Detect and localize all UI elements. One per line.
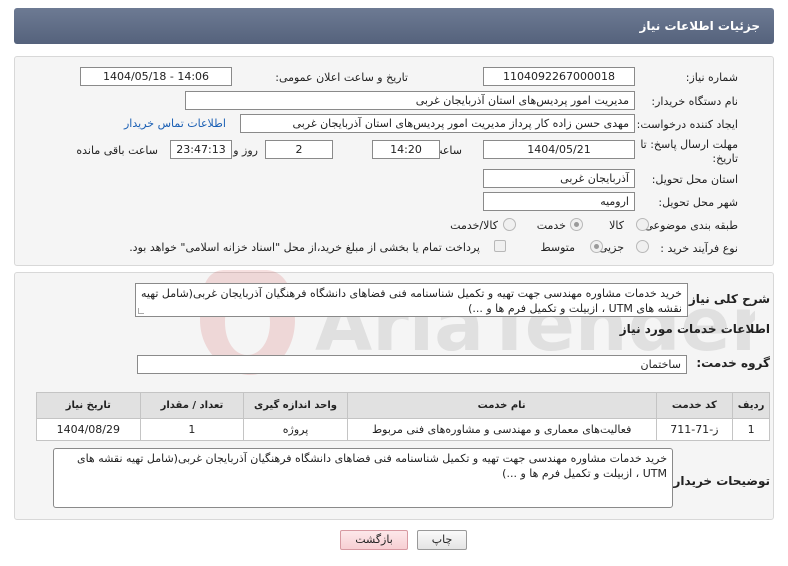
cell-row: 1	[732, 418, 770, 441]
treasury-payment-note: پرداخت تمام یا بخشی از مبلغ خرید،از محل …	[129, 241, 480, 254]
city-label: شهر محل تحویل:	[658, 196, 738, 209]
col-row-header: ردیف	[732, 392, 770, 419]
need-number-label: شماره نیاز:	[685, 71, 738, 84]
purchase-medium-radio[interactable]	[590, 240, 603, 253]
announce-label: تاریخ و ساعت اعلان عمومی:	[275, 71, 408, 84]
col-date-header: تاریخ نیاز	[36, 392, 141, 419]
cell-code: ز-71-711	[655, 418, 734, 441]
back-button[interactable]: بازگشت	[340, 530, 408, 550]
col-name-header: نام خدمت	[346, 392, 657, 419]
deadline-time-field: 14:20	[372, 140, 440, 159]
days-field: 2	[265, 140, 333, 159]
category-service-radio[interactable]	[570, 218, 583, 231]
services-section-title: اطلاعات خدمات مورد نیاز	[619, 322, 770, 336]
service-group-field: ساختمان	[137, 355, 687, 374]
table-row: 1 ز-71-711 فعالیت‌های معماری و مهندسی و …	[36, 418, 770, 441]
summary-text: خرید خدمات مشاوره مهندسی جهت تهیه و تکمی…	[141, 287, 682, 315]
category-goods-label: کالا	[609, 219, 624, 232]
announce-field: 1404/05/18 - 14:06	[80, 67, 232, 86]
buyer-notes-textarea[interactable]: خرید خدمات مشاوره مهندسی جهت تهیه و تکمی…	[53, 448, 673, 508]
buyer-notes-text: خرید خدمات مشاوره مهندسی جهت تهیه و تکمی…	[76, 452, 667, 480]
need-info-panel	[14, 56, 774, 266]
city-field: ارومیه	[483, 192, 635, 211]
cell-qty: 1	[139, 418, 245, 441]
services-table: ردیف کد خدمت نام خدمت واحد اندازه گیری ت…	[36, 392, 770, 441]
province-field: آذربایجان غربی	[483, 169, 635, 188]
cell-name: فعالیت‌های معماری و مهندسی و مشاوره‌های …	[346, 418, 657, 441]
purchase-medium-label: متوسط	[540, 241, 575, 254]
remaining-time-field: 23:47:13	[170, 140, 232, 159]
deadline-label-2: تاریخ:	[712, 152, 738, 165]
category-goods-radio[interactable]	[636, 218, 649, 231]
page-header: جزئیات اطلاعات نیاز	[14, 8, 774, 44]
category-label: طبقه بندی موضوعی:	[640, 219, 738, 232]
resize-grip-icon[interactable]	[138, 308, 144, 314]
summary-textarea[interactable]: خرید خدمات مشاوره مهندسی جهت تهیه و تکمی…	[135, 283, 688, 317]
service-group-label: گروه خدمت:	[696, 356, 770, 370]
days-label: روز و	[233, 144, 258, 157]
deadline-date-field: 1404/05/21	[483, 140, 635, 159]
page-title: جزئیات اطلاعات نیاز	[639, 19, 760, 33]
contact-info-link[interactable]: اطلاعات تماس خریدار	[124, 117, 226, 130]
buyer-notes-label: توضیحات خریدار:	[668, 474, 770, 488]
print-button[interactable]: چاپ	[417, 530, 467, 550]
deadline-label-1: مهلت ارسال پاسخ: تا	[640, 138, 738, 151]
need-number-field: 1104092267000018	[483, 67, 635, 86]
table-header-row: ردیف کد خدمت نام خدمت واحد اندازه گیری ت…	[36, 392, 770, 419]
remaining-label: ساعت باقی مانده	[76, 144, 158, 157]
buyer-org-field: مدیریت امور پردیس‌های استان آذربایجان غر…	[185, 91, 635, 110]
cell-unit: پروژه	[243, 418, 348, 441]
category-goods-service-radio[interactable]	[503, 218, 516, 231]
creator-label: ایجاد کننده درخواست:	[636, 118, 738, 131]
purchase-minor-radio[interactable]	[636, 240, 649, 253]
summary-label: شرح کلی نیاز:	[684, 292, 770, 306]
cell-date: 1404/08/29	[36, 418, 141, 441]
creator-field: مهدی حسن زاده کار پرداز مدیریت امور پردی…	[240, 114, 635, 133]
col-code-header: کد خدمت	[655, 392, 734, 419]
treasury-payment-checkbox[interactable]	[494, 240, 506, 252]
purchase-type-label: نوع فرآیند خرید :	[660, 242, 738, 255]
buyer-org-label: نام دستگاه خریدار:	[651, 95, 738, 108]
province-label: استان محل تحویل:	[651, 173, 738, 186]
category-goods-service-label: کالا/خدمت	[450, 219, 498, 232]
col-qty-header: تعداد / مقدار	[139, 392, 245, 419]
category-service-label: خدمت	[536, 219, 566, 232]
col-unit-header: واحد اندازه گیری	[243, 392, 348, 419]
